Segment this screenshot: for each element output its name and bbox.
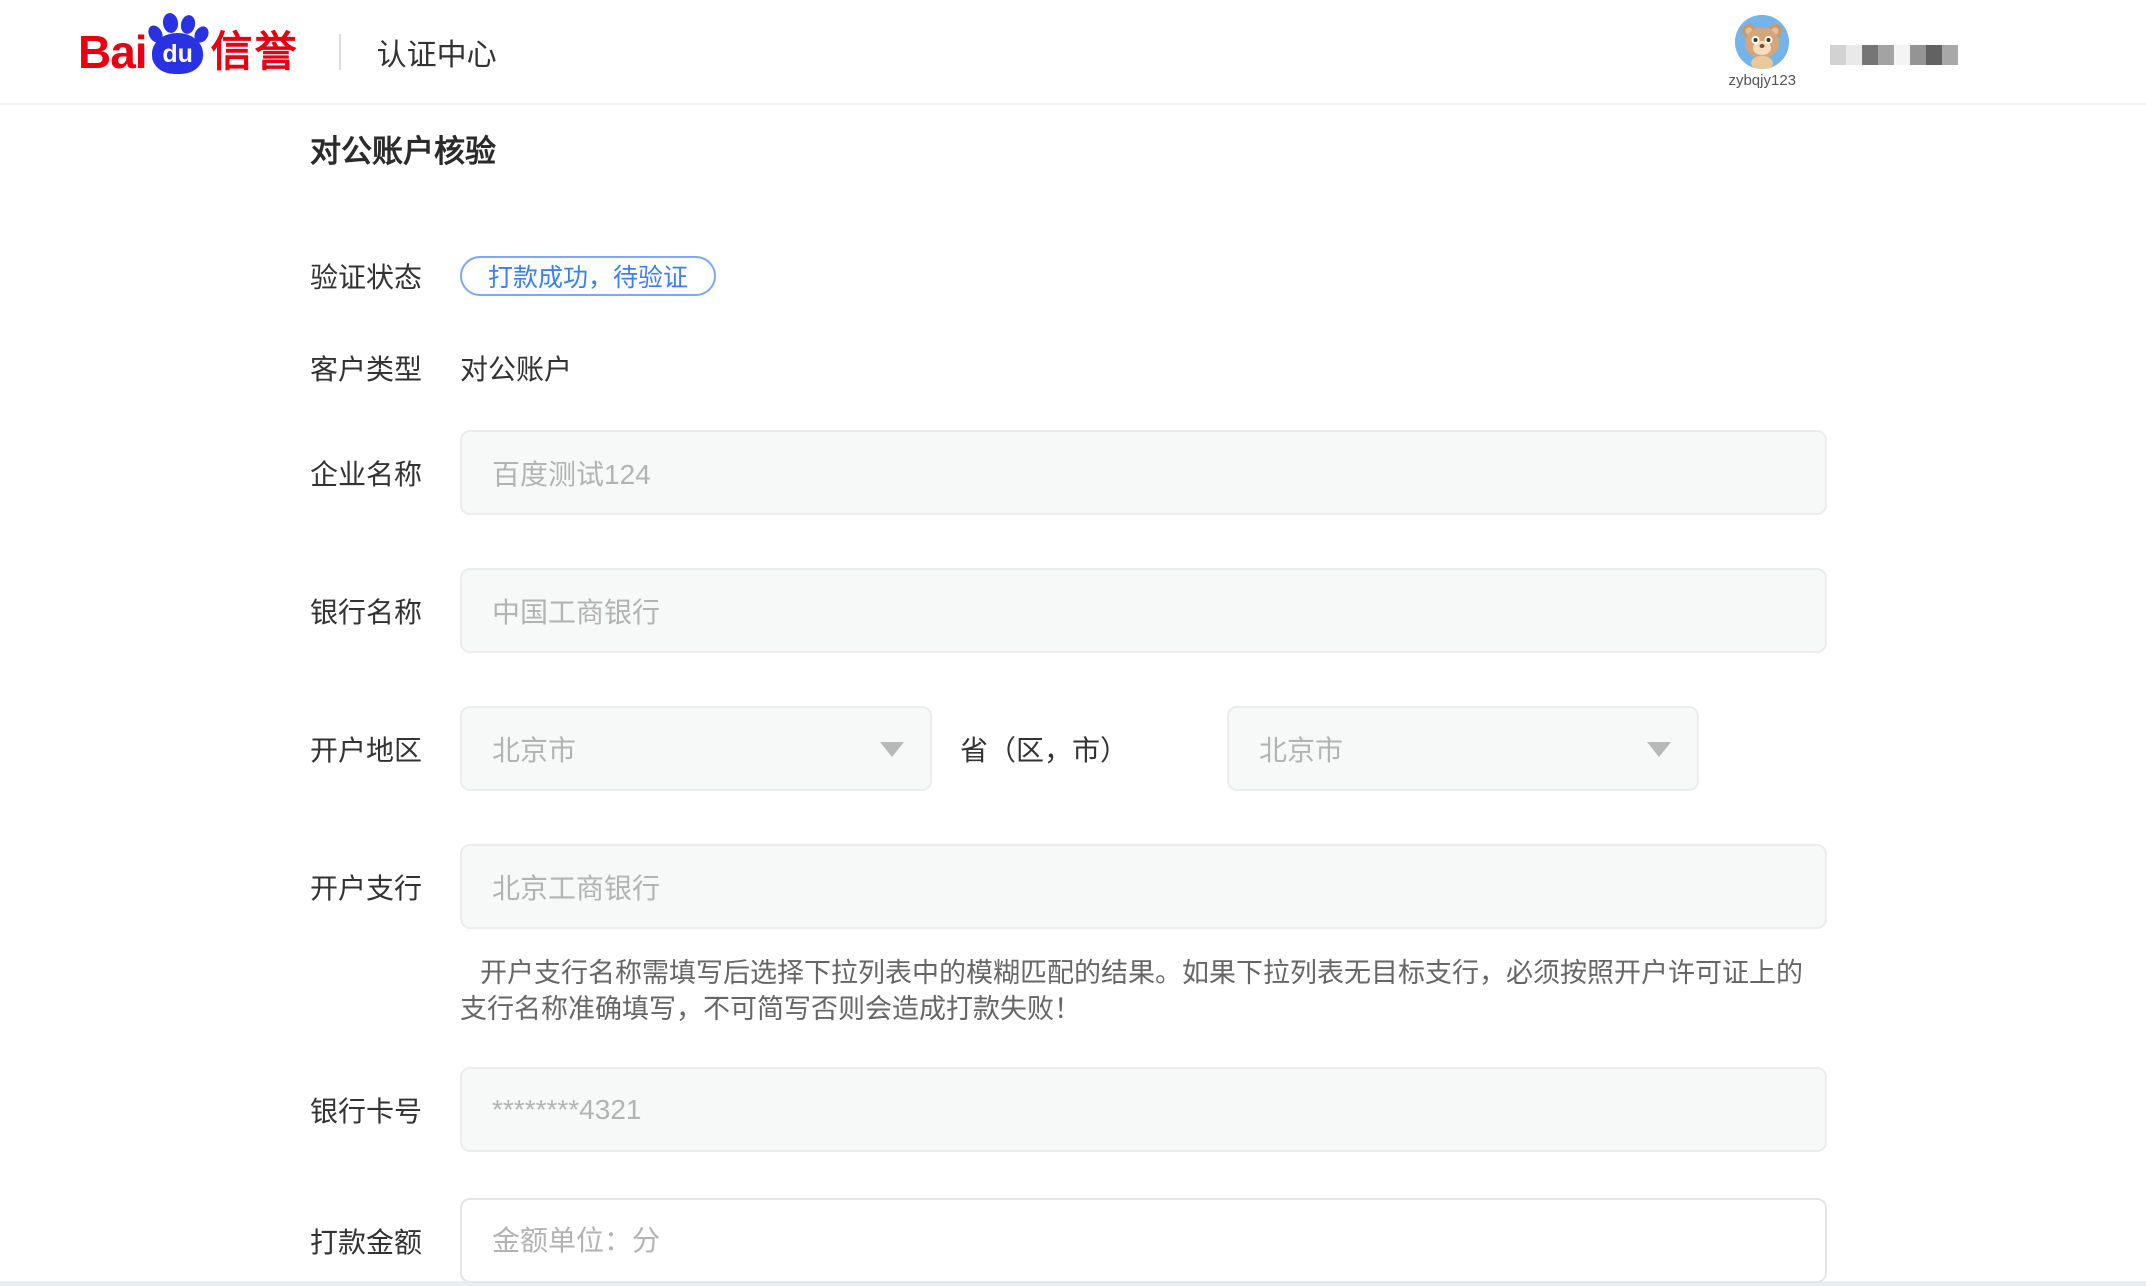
branch-label: 开户支行 bbox=[310, 867, 460, 907]
branch-row: 开户支行 bbox=[310, 844, 1827, 929]
card-number-input[interactable] bbox=[460, 1067, 1827, 1152]
company-name-input[interactable] bbox=[460, 430, 1827, 515]
status-badge: 打款成功，待验证 bbox=[460, 256, 716, 296]
province-select-value: 北京市 bbox=[492, 729, 576, 769]
branch-help-text: 开户支行名称需填写后选择下拉列表中的模糊匹配的结果。如果下拉列表无目标支行，必须… bbox=[460, 955, 1827, 1027]
customer-type-row: 客户类型 对公账户 bbox=[310, 348, 1827, 388]
username: zybqjy123 bbox=[1728, 72, 1796, 89]
province-city-hint-label: 省（区，市） bbox=[960, 729, 1128, 769]
top-header: Bai du 信誉 认证中心 bbox=[0, 0, 2146, 105]
province-select[interactable]: 北京市 bbox=[460, 706, 932, 791]
amount-input[interactable] bbox=[460, 1198, 1827, 1283]
amount-label: 打款金额 bbox=[310, 1221, 460, 1261]
customer-type-value: 对公账户 bbox=[460, 348, 572, 388]
city-select[interactable]: 北京市 bbox=[1227, 706, 1699, 791]
logo-text-du: du bbox=[150, 40, 206, 69]
card-number-label: 银行卡号 bbox=[310, 1090, 460, 1130]
bank-name-input[interactable] bbox=[460, 568, 1827, 653]
app-title: 认证中心 bbox=[377, 30, 497, 74]
city-select-value: 北京市 bbox=[1259, 729, 1343, 769]
verification-status-label: 验证状态 bbox=[310, 256, 460, 296]
logo-text-xinyu: 信誉 bbox=[211, 31, 299, 73]
branch-input[interactable] bbox=[460, 844, 1827, 929]
customer-type-label: 客户类型 bbox=[310, 348, 460, 388]
region-label: 开户地区 bbox=[310, 729, 460, 769]
bear-avatar-icon bbox=[1735, 15, 1789, 69]
verification-status-row: 验证状态 打款成功，待验证 bbox=[310, 256, 1827, 296]
page-title: 对公账户核验 bbox=[310, 132, 1827, 172]
baidu-xinyu-logo[interactable]: Bai du 信誉 bbox=[78, 29, 299, 75]
company-name-row: 企业名称 bbox=[310, 430, 1827, 515]
user-menu[interactable]: zybqjy123 bbox=[1728, 15, 1796, 89]
amount-row: 打款金额 bbox=[310, 1198, 1827, 1283]
header-divider bbox=[339, 34, 341, 70]
baidu-paw-icon: du bbox=[150, 16, 206, 74]
account-verification-form: 对公账户核验 验证状态 打款成功，待验证 客户类型 对公账户 企业名称 银行名称… bbox=[0, 132, 2146, 1283]
card-number-row: 银行卡号 bbox=[310, 1067, 1827, 1152]
bear-avatar[interactable] bbox=[1735, 15, 1789, 69]
bank-name-row: 银行名称 bbox=[310, 568, 1827, 653]
logo-text-bai: Bai bbox=[78, 29, 147, 75]
redacted-text bbox=[1830, 45, 1958, 65]
bank-name-label: 银行名称 bbox=[310, 591, 460, 631]
caret-down-icon bbox=[1647, 742, 1671, 757]
caret-down-icon bbox=[880, 742, 904, 757]
region-row: 开户地区 北京市 省（区，市） 北京市 bbox=[310, 706, 1827, 791]
company-name-label: 企业名称 bbox=[310, 453, 460, 493]
